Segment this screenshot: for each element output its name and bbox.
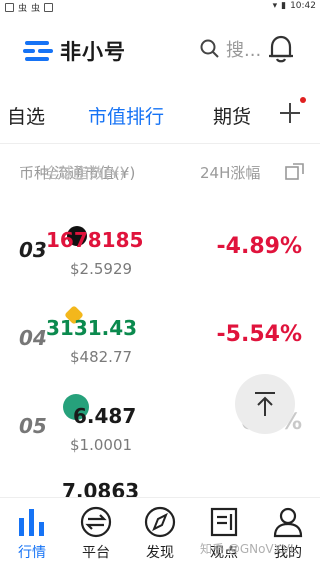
- change-column-header[interactable]: 24H涨幅: [200, 162, 260, 183]
- tab-futures[interactable]: 期货: [213, 102, 251, 129]
- chart-bars-icon: [19, 509, 44, 536]
- nav-item-platform[interactable]: 平台: [64, 506, 128, 566]
- rank: 05: [19, 414, 47, 438]
- wifi-icon: ▾: [272, 1, 278, 11]
- table-row[interactable]: 7.0863: [0, 475, 320, 497]
- app-icon: [44, 3, 54, 12]
- nav-item-market[interactable]: 行情: [0, 506, 64, 566]
- usd-price: $2.5929: [70, 260, 133, 278]
- bell-icon[interactable]: [267, 34, 295, 64]
- search-icon: [200, 39, 219, 58]
- price: 6.487: [73, 404, 137, 428]
- user-icon: [273, 507, 303, 538]
- change-percent: -5.54%: [216, 322, 302, 347]
- rank: 03: [19, 238, 47, 262]
- price: 7.0863: [62, 479, 140, 497]
- status-icons-right: ▾ ▮ 10:42: [273, 1, 316, 11]
- tab-watchlist[interactable]: 自选: [7, 102, 45, 129]
- back-to-top-button[interactable]: [235, 374, 295, 434]
- search-box[interactable]: 搜...: [200, 36, 261, 62]
- usd-price: $482.77: [70, 348, 133, 366]
- app-name: 非小号: [60, 40, 126, 64]
- app-header: 非小号 搜...: [0, 26, 320, 72]
- share-icon[interactable]: [285, 162, 305, 180]
- column-headers: 币种/流通市值(¥) 全球指数(¥) 24H涨幅: [0, 160, 320, 184]
- compass-icon: [144, 506, 176, 538]
- document-icon: [210, 507, 238, 537]
- price: 1678185: [46, 228, 144, 252]
- status-bar: 虫 虫 ▾ ▮ 10:42: [0, 0, 320, 14]
- status-time: 10:42: [290, 1, 316, 11]
- search-placeholder: 搜...: [226, 40, 262, 61]
- rank: 04: [19, 326, 47, 350]
- battery-icon: ▮: [281, 1, 287, 11]
- nav-item-discover[interactable]: 发现: [128, 506, 192, 566]
- exchange-icon: [80, 506, 112, 538]
- market-tabs: 自选 市值排行 期货: [0, 92, 320, 144]
- notification-icon: 虫: [31, 4, 41, 14]
- notification-dot: [300, 97, 306, 103]
- nav-item-profile[interactable]: 我的: [256, 506, 320, 566]
- add-tab-icon[interactable]: [279, 102, 301, 124]
- nav-item-opinion[interactable]: 观点: [192, 506, 256, 566]
- arrow-up-icon: [255, 392, 275, 416]
- notification-icon: 虫: [18, 4, 28, 14]
- table-row[interactable]: 03 1678185 $2.5929 -4.89%: [0, 218, 320, 306]
- image-icon: [5, 3, 14, 12]
- app-logo: 非小号: [23, 36, 126, 66]
- usd-price: $1.0001: [70, 436, 133, 454]
- price-column-header[interactable]: 全球指数(¥): [44, 162, 125, 183]
- price: 3131.43: [46, 316, 138, 340]
- change-percent: -4.89%: [216, 234, 302, 259]
- bottom-nav: 行情 平台 发现 观点 我的: [0, 497, 320, 569]
- watermark: 知乎 @GNoVXVL: [200, 542, 297, 556]
- status-icons-left: 虫 虫: [5, 1, 54, 14]
- tab-market-cap[interactable]: 市值排行: [88, 102, 164, 129]
- logo-icon: [23, 39, 55, 63]
